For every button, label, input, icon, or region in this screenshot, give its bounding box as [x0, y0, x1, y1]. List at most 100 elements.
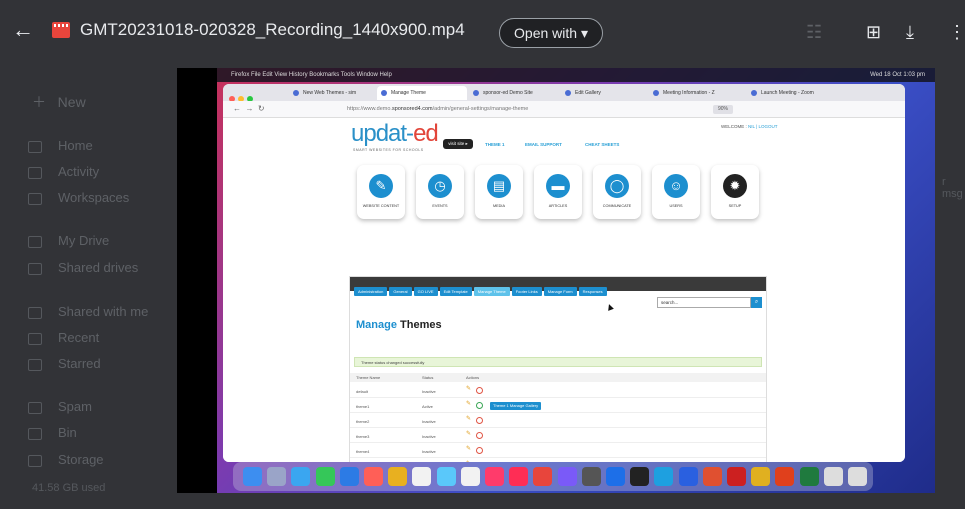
- clock-icon: [28, 332, 42, 345]
- welcome-text: WELCOME : NIL | LOGOUT: [721, 124, 778, 129]
- spam-icon: [28, 401, 42, 414]
- people-icon: [28, 306, 42, 319]
- add-comment-icon[interactable]: ⊞: [866, 22, 881, 43]
- sidebar-item-spam[interactable]: Spam: [28, 397, 168, 417]
- sidebar-item-label: Shared with me: [58, 304, 149, 319]
- sidebar-item-starred[interactable]: Starred: [28, 354, 168, 374]
- dock-app-icon: [678, 467, 698, 486]
- sidebar-item-shared-with-me[interactable]: Shared with me: [28, 302, 168, 322]
- viewer-toolbar: ← GMT20231018-020328_Recording_1440x900.…: [0, 0, 965, 64]
- tile-setup: ✹ SETUP: [711, 165, 759, 219]
- dock-app-icon: [751, 467, 771, 486]
- dock-app-icon: [823, 467, 843, 486]
- table-row: theme3 Inactive ✎: [350, 429, 766, 443]
- open-with-button[interactable]: Open with ▾: [499, 18, 603, 48]
- dock-app-icon: [557, 467, 577, 486]
- dock-app-icon: [630, 467, 650, 486]
- star-icon: [28, 358, 42, 371]
- url-field: https://www.demo.sponsored4.com/admin/ge…: [333, 104, 753, 115]
- dock-app-icon: [848, 467, 867, 486]
- status-message: Theme status changed successfully: [354, 357, 762, 367]
- tab-footer-links: Footer Links: [511, 287, 542, 296]
- sidebar-item-my-drive[interactable]: My Drive: [28, 231, 168, 251]
- column-header: Status: [422, 375, 434, 380]
- browser-tab: Meeting Information - Z: [649, 86, 745, 100]
- browser-url-bar: ← → ↻ https://www.demo.sponsored4.com/ad…: [223, 101, 905, 118]
- email-support-link: EMAIL SUPPORT: [525, 142, 562, 147]
- sidebar-item-label: Bin: [58, 425, 77, 440]
- download-icon[interactable]: ⤓: [906, 22, 914, 43]
- more-options-icon[interactable]: ⋮: [948, 22, 965, 43]
- welcome-label: WELCOME :: [721, 124, 749, 129]
- title-part: Manage: [356, 319, 397, 331]
- mac-menu: Firefox File Edit View History Bookmarks…: [231, 72, 392, 78]
- shared-drives-icon: [28, 262, 42, 275]
- sidebar-item-recent[interactable]: Recent: [28, 328, 168, 348]
- status-toggle-icon: [476, 432, 483, 439]
- manage-button: Theme 1 Manage Gallery: [490, 402, 542, 410]
- table-row: theme4 Inactive ✎: [350, 444, 766, 458]
- sidebar-item-label: Recent: [58, 330, 100, 345]
- new-label: New: [57, 94, 86, 110]
- mac-clock: Wed 18 Oct 1:03 pm: [870, 72, 925, 78]
- logo-part: updat-: [351, 120, 414, 147]
- admin-tab-strip: Administration General GO LIVE Edit Templat…: [350, 277, 766, 296]
- tile-label: USERS: [669, 204, 683, 208]
- dock-app-icon: [412, 467, 432, 486]
- back-arrow-icon[interactable]: ←: [12, 18, 36, 42]
- home-icon: [28, 140, 42, 153]
- tile-users: ☺ USERS: [652, 165, 700, 219]
- sidebar-item-workspaces[interactable]: Workspaces: [28, 188, 168, 208]
- theme-link: THEME 1: [485, 142, 505, 147]
- column-header: Actions: [466, 375, 480, 380]
- dock-app-icon: [460, 467, 480, 486]
- status-toggle-icon: [476, 447, 483, 454]
- tile-communicate: ◯ COMMUNICATE: [593, 165, 641, 219]
- sidebar-item-home[interactable]: Home: [28, 136, 168, 156]
- browser-tab-active: Manage Theme: [377, 86, 467, 100]
- pencil-icon: ✎: [369, 174, 393, 198]
- sidebar-item-storage[interactable]: Storage: [28, 450, 168, 470]
- tile-label: EVENTS: [432, 204, 448, 208]
- firefox-window: New Web Themes - sim Manage Theme sponso…: [223, 84, 905, 462]
- dock-app-icon: [388, 467, 408, 486]
- sidebar-item-shared-drives[interactable]: Shared drives: [28, 258, 168, 278]
- table-row: theme2 Inactive ✎: [350, 414, 766, 428]
- user-icon: ☺: [664, 174, 688, 198]
- gear-icon: ✹: [723, 174, 747, 198]
- dock-app-icon: [775, 467, 795, 486]
- sidebar-item-bin[interactable]: Bin: [28, 423, 168, 443]
- status-toggle-icon: [476, 402, 483, 409]
- url-domain: sponsored4.com: [391, 106, 433, 112]
- logout-link: NIL | LOGOUT: [748, 124, 778, 129]
- theme-name: default: [356, 389, 369, 394]
- mac-dock: [233, 462, 873, 491]
- edit-icon: ✎: [466, 386, 472, 392]
- theme-status: Inactive: [422, 389, 436, 394]
- dock-app-icon: [533, 467, 553, 486]
- tab-go-live: GO LIVE: [413, 287, 438, 296]
- browser-tab: sponsor-ed Demo Site: [469, 86, 559, 100]
- sidebar-item-label: Workspaces: [58, 190, 130, 205]
- edit-icon: ✎: [466, 446, 472, 452]
- new-button[interactable]: ＋ New: [22, 84, 142, 120]
- tile-label: WEBSITE CONTENT: [362, 204, 400, 208]
- tab-edit-template: Edit Template: [439, 287, 472, 296]
- search-icon: ⌕: [751, 297, 762, 308]
- theme-name: theme3: [356, 434, 370, 439]
- drive-sidebar: ＋ New Home Activity Workspaces My Drive …: [0, 64, 175, 509]
- sidebar-item-activity[interactable]: Activity: [28, 162, 168, 182]
- sidebar-item-label: Shared drives: [58, 260, 139, 275]
- video-player[interactable]: Firefox File Edit View History Bookmarks…: [177, 68, 935, 493]
- storage-used: 41.58 GB used: [32, 482, 106, 494]
- dock-app-icon: [485, 467, 504, 486]
- tile-events: ◷ EVENTS: [416, 165, 464, 219]
- print-icon[interactable]: ☷: [806, 22, 822, 43]
- tile-label: SETUP: [728, 204, 742, 208]
- edit-icon: ✎: [466, 416, 472, 422]
- browser-tab: Edit Gallery: [561, 86, 647, 100]
- dock-app-icon: [581, 467, 601, 486]
- theme-status: Inactive: [422, 419, 436, 424]
- edit-icon: ✎: [466, 401, 472, 407]
- chat-icon: ◯: [605, 174, 629, 198]
